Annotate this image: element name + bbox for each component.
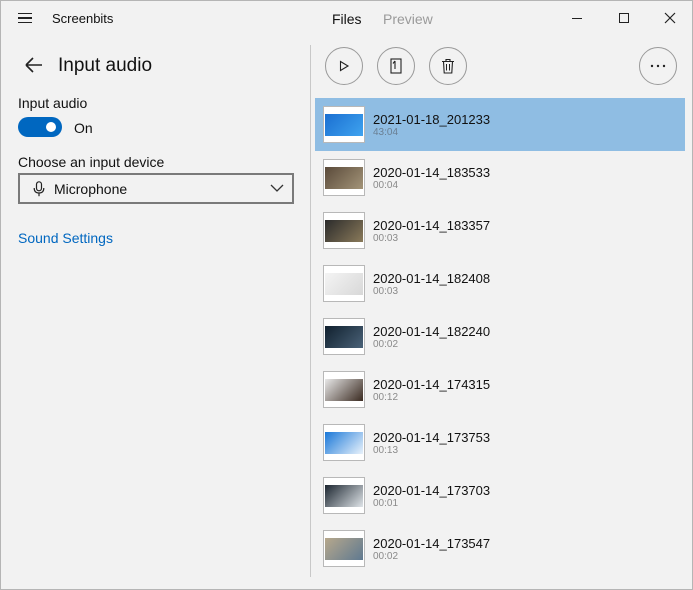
- recording-thumbnail: [323, 159, 365, 196]
- recording-thumbnail: [323, 318, 365, 355]
- thumbnail-image: [325, 379, 363, 401]
- recording-duration: 00:01: [373, 498, 399, 509]
- recording-thumbnail: [323, 265, 365, 302]
- recording-thumbnail: [323, 371, 365, 408]
- recording-name: 2020-01-14_173703: [373, 483, 491, 498]
- toggle-state-label: On: [74, 120, 93, 136]
- recording-name: 2020-01-14_182240: [373, 324, 491, 339]
- input-audio-label: Input audio: [18, 95, 88, 111]
- maximize-icon: [619, 13, 629, 23]
- list-item[interactable]: 2020-01-14_174315 00:12: [315, 363, 685, 416]
- maximize-button[interactable]: [601, 1, 647, 35]
- input-device-dropdown[interactable]: Microphone: [18, 173, 294, 204]
- selected-device: Microphone: [54, 181, 128, 197]
- hamburger-menu-icon[interactable]: [11, 7, 39, 29]
- list-item[interactable]: 2020-01-14_182240 00:02: [315, 310, 685, 363]
- recording-duration: 00:03: [373, 233, 399, 244]
- thumbnail-image: [325, 220, 363, 242]
- export-icon: [390, 58, 402, 74]
- panel-divider: [310, 45, 311, 577]
- thumbnail-image: [325, 432, 363, 454]
- more-options-button[interactable]: [639, 47, 677, 85]
- close-button[interactable]: [647, 1, 693, 35]
- play-button[interactable]: [325, 47, 363, 85]
- recording-name: 2020-01-14_173547: [373, 536, 491, 551]
- recording-thumbnail: [323, 212, 365, 249]
- trash-icon: [442, 58, 454, 74]
- list-item[interactable]: 2020-01-14_183357 00:03: [315, 204, 685, 257]
- tab-files[interactable]: Files: [332, 11, 362, 27]
- recording-duration: 00:02: [373, 551, 399, 562]
- recording-name: 2020-01-14_173753: [373, 430, 491, 445]
- recording-name: 2020-01-14_174315: [373, 377, 491, 392]
- recording-duration: 00:03: [373, 286, 399, 297]
- recording-thumbnail: [323, 424, 365, 461]
- list-item[interactable]: 2020-01-14_183533 00:04: [315, 151, 685, 204]
- delete-button[interactable]: [429, 47, 467, 85]
- list-item[interactable]: 2020-01-14_173547 00:02: [315, 522, 685, 575]
- thumbnail-image: [325, 485, 363, 507]
- minimize-icon: [572, 17, 582, 19]
- recording-name: 2020-01-14_183357: [373, 218, 491, 233]
- microphone-icon: [33, 181, 45, 197]
- page-title: Input audio: [58, 55, 153, 76]
- recording-duration: 43:04: [373, 127, 399, 138]
- thumbnail-image: [325, 538, 363, 560]
- recording-thumbnail: [323, 530, 365, 567]
- chevron-down-icon: [270, 184, 284, 192]
- choose-device-label: Choose an input device: [18, 154, 165, 170]
- list-item[interactable]: 2021-01-18_201233 43:04: [315, 98, 685, 151]
- thumbnail-image: [325, 326, 363, 348]
- recording-name: 2020-01-14_182408: [373, 271, 491, 286]
- recording-duration: 00:04: [373, 180, 399, 191]
- app-title: Screenbits: [52, 11, 114, 26]
- recording-name: 2020-01-14_183533: [373, 165, 491, 180]
- recording-name: 2021-01-18_201233: [373, 112, 491, 127]
- title-bar: Screenbits Files Preview: [1, 1, 692, 35]
- thumbnail-image: [325, 114, 363, 136]
- play-icon: [339, 60, 350, 72]
- recording-duration: 00:02: [373, 339, 399, 350]
- recording-duration: 00:12: [373, 392, 399, 403]
- more-icon: [650, 64, 666, 68]
- export-button[interactable]: [377, 47, 415, 85]
- app-window: Screenbits Files Preview Input audio Inp…: [0, 0, 693, 590]
- list-item[interactable]: 2020-01-14_173753 00:13: [315, 416, 685, 469]
- recording-duration: 00:13: [373, 445, 399, 456]
- recording-thumbnail: [323, 106, 365, 143]
- thumbnail-image: [325, 167, 363, 189]
- toggle-knob: [46, 122, 56, 132]
- input-audio-toggle[interactable]: [18, 117, 62, 137]
- recording-thumbnail: [323, 477, 365, 514]
- recordings-list: 2021-01-18_201233 43:04 2020-01-14_183533 0…: [315, 98, 685, 575]
- thumbnail-image: [325, 273, 363, 295]
- list-item[interactable]: 2020-01-14_173703 00:01: [315, 469, 685, 522]
- back-arrow-icon[interactable]: [23, 55, 45, 75]
- sound-settings-link[interactable]: Sound Settings: [18, 230, 113, 246]
- tab-preview[interactable]: Preview: [383, 11, 433, 27]
- close-icon: [664, 12, 676, 24]
- minimize-button[interactable]: [554, 1, 600, 35]
- list-item[interactable]: 2020-01-14_182408 00:03: [315, 257, 685, 310]
